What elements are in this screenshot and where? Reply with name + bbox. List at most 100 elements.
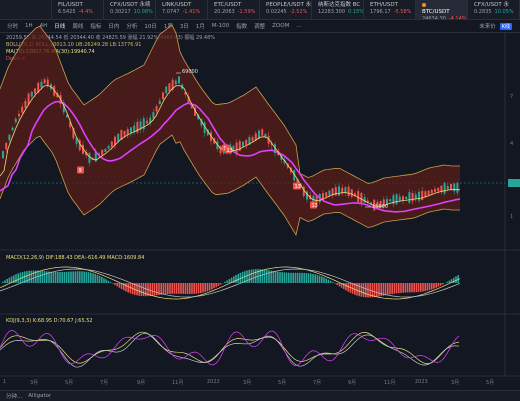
macd-bar [235,275,237,283]
candle-body [444,183,446,194]
candle-body [47,80,49,86]
macd-bar [108,281,110,283]
candle-body [431,190,433,194]
macd-bar [119,283,121,288]
macd-bar [339,283,341,286]
candle-body [5,143,7,150]
macd-bar [303,273,305,283]
macd-bar [266,270,268,283]
x-axis-label: 5月 [65,379,73,386]
macd-bar [207,283,209,291]
macd-bar [347,283,349,292]
candle-body [364,197,366,203]
macd-bar [9,278,11,283]
macd-bar [215,283,217,287]
macd-bar [171,283,173,294]
x-axis-label: 3月 [30,379,38,386]
macd-bar [306,273,308,283]
candle-body [322,193,324,199]
macd-bar [200,283,202,293]
macd-bar [149,283,151,296]
macd-bar [281,272,283,283]
signal-marker-label: 13 [312,203,318,209]
candle-body [12,128,14,131]
candle-body [165,87,167,94]
macd-bar [383,283,385,296]
candle-body [396,194,398,204]
macd-bar [213,283,215,288]
macd-bar [145,283,147,296]
macd-bar [61,272,63,283]
macd-bar [152,283,154,296]
macd-bar [365,283,367,297]
macd-bar [268,270,270,283]
macd-bar [405,283,407,293]
macd-bar [6,279,8,283]
x-axis-label: 2023 [415,379,428,385]
macd-bar [317,275,319,283]
macd-bar [284,272,286,283]
macd-bar [116,283,118,286]
chart-canvas[interactable]: 99131313 7 4 1 [0,0,520,400]
macd-bar [310,274,312,283]
candle-body [117,134,119,142]
timeframe-selector[interactable]: 分钟... [6,392,22,400]
high-annotation: 69000 [182,69,198,75]
candle-body [264,134,266,137]
macd-bar [90,273,92,283]
macd-bar [191,283,193,294]
candle-body [360,193,362,204]
macd-bar [202,283,204,293]
indicator-alligator[interactable]: Alligator [28,393,51,399]
candle-body [127,129,129,134]
macd-bar [378,283,380,296]
macd-bar [385,283,387,295]
macd-bar [431,283,433,289]
macd-bar [328,280,330,283]
macd-bar [277,272,279,283]
candle-body [348,187,350,196]
macd-bar [442,283,444,284]
macd-bar [418,283,420,292]
svg-text:4: 4 [510,141,513,147]
macd-bar [325,278,327,283]
svg-text:1: 1 [510,214,513,220]
low-annotation: 15500 [372,204,388,210]
candle-body [178,76,180,83]
macd-bar [83,272,85,283]
macd-bar [26,271,28,283]
macd-bar [50,272,52,283]
macd-bar [343,283,345,289]
candle-body [447,186,449,189]
macd-bar [455,276,457,283]
macd-bar [427,283,429,291]
candle-body [162,93,164,100]
macd-bar [178,283,180,294]
macd-bar [4,280,6,283]
macd-bar [101,277,103,283]
macd-bar [321,276,323,283]
candle-body [108,146,110,149]
macd-bar [398,283,400,293]
macd-bar [411,283,413,292]
macd-bar [169,283,171,294]
x-axis-label: 9月 [137,379,145,386]
macd-bar [416,283,418,292]
macd-bar [453,278,455,283]
macd-bar [211,283,213,289]
candle-body [236,143,238,153]
candle-body [88,153,90,163]
macd-bar [33,271,35,283]
macd-bar [94,274,96,283]
macd-bar [218,283,220,286]
x-axis-label: 11月 [172,379,183,386]
macd-bar [264,270,266,283]
macd-bar [138,283,140,296]
macd-bar [446,282,448,283]
candle-body [325,192,327,197]
macd-bar [394,283,396,294]
candle-body [40,82,42,88]
candle-body [175,81,177,85]
macd-bar [363,283,365,297]
macd-bar [127,283,129,292]
